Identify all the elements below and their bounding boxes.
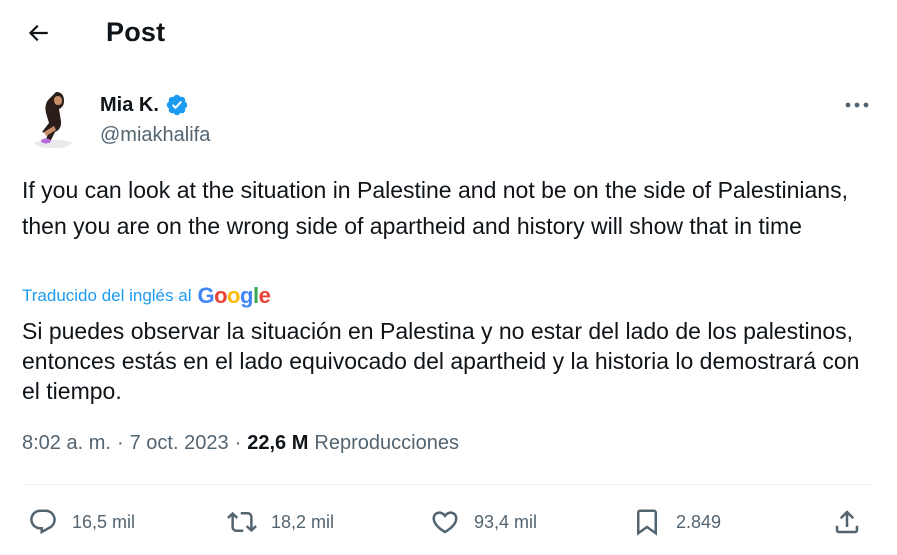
repost-icon bbox=[227, 511, 257, 533]
share-button[interactable] bbox=[832, 504, 862, 540]
translation-attribution: Traducido del inglés al Google bbox=[22, 283, 271, 309]
bookmark-icon bbox=[637, 509, 657, 536]
google-logo: Google bbox=[197, 283, 271, 308]
meta-separator: · bbox=[234, 432, 242, 454]
share-icon bbox=[835, 510, 859, 534]
more-options-icon bbox=[845, 102, 869, 108]
reply-icon bbox=[30, 509, 56, 535]
tweet-text: If you can look at the situation in Pale… bbox=[22, 177, 848, 239]
author-name-text: Mia K. bbox=[100, 93, 159, 116]
translated-text: Si puedes observar la situación en Pales… bbox=[22, 318, 860, 404]
like-count: 93,4 mil bbox=[474, 511, 538, 532]
reply-count: 16,5 mil bbox=[72, 511, 136, 532]
top-bar: Post bbox=[0, 0, 897, 66]
meta-separator: · bbox=[116, 432, 124, 454]
post-meta: 8:02 a. m. · 7 oct. 2023 · 22,6 M Reprod… bbox=[22, 432, 459, 455]
back-button[interactable] bbox=[18, 16, 58, 50]
bookmark-count: 2.849 bbox=[676, 511, 722, 532]
post-time[interactable]: 8:02 a. m. bbox=[22, 432, 111, 455]
back-arrow-icon bbox=[28, 24, 48, 42]
like-button[interactable]: 93,4 mil bbox=[430, 504, 537, 540]
divider bbox=[22, 484, 874, 485]
like-icon bbox=[432, 511, 458, 534]
views-count: 22,6 M bbox=[247, 432, 309, 454]
author-handle[interactable]: @miakhalifa bbox=[100, 124, 210, 147]
translated-from-label[interactable]: Traducido del inglés al bbox=[22, 286, 191, 306]
repost-count: 18,2 mil bbox=[271, 511, 335, 532]
reply-button[interactable]: 16,5 mil bbox=[28, 504, 135, 540]
post-date[interactable]: 7 oct. 2023 bbox=[130, 432, 229, 455]
bookmark-button[interactable]: 2.849 bbox=[632, 504, 721, 540]
repost-button[interactable]: 18,2 mil bbox=[227, 504, 334, 540]
more-options-button[interactable] bbox=[838, 92, 876, 118]
page-title: Post bbox=[106, 17, 166, 47]
author-name[interactable]: Mia K. bbox=[100, 93, 189, 117]
avatar[interactable] bbox=[22, 86, 84, 150]
views-label: Reproducciones bbox=[314, 432, 459, 454]
verified-badge-icon[interactable] bbox=[165, 93, 189, 117]
action-bar: 16,5 mil 18,2 mil 93,4 mil 2.849 bbox=[22, 498, 874, 546]
